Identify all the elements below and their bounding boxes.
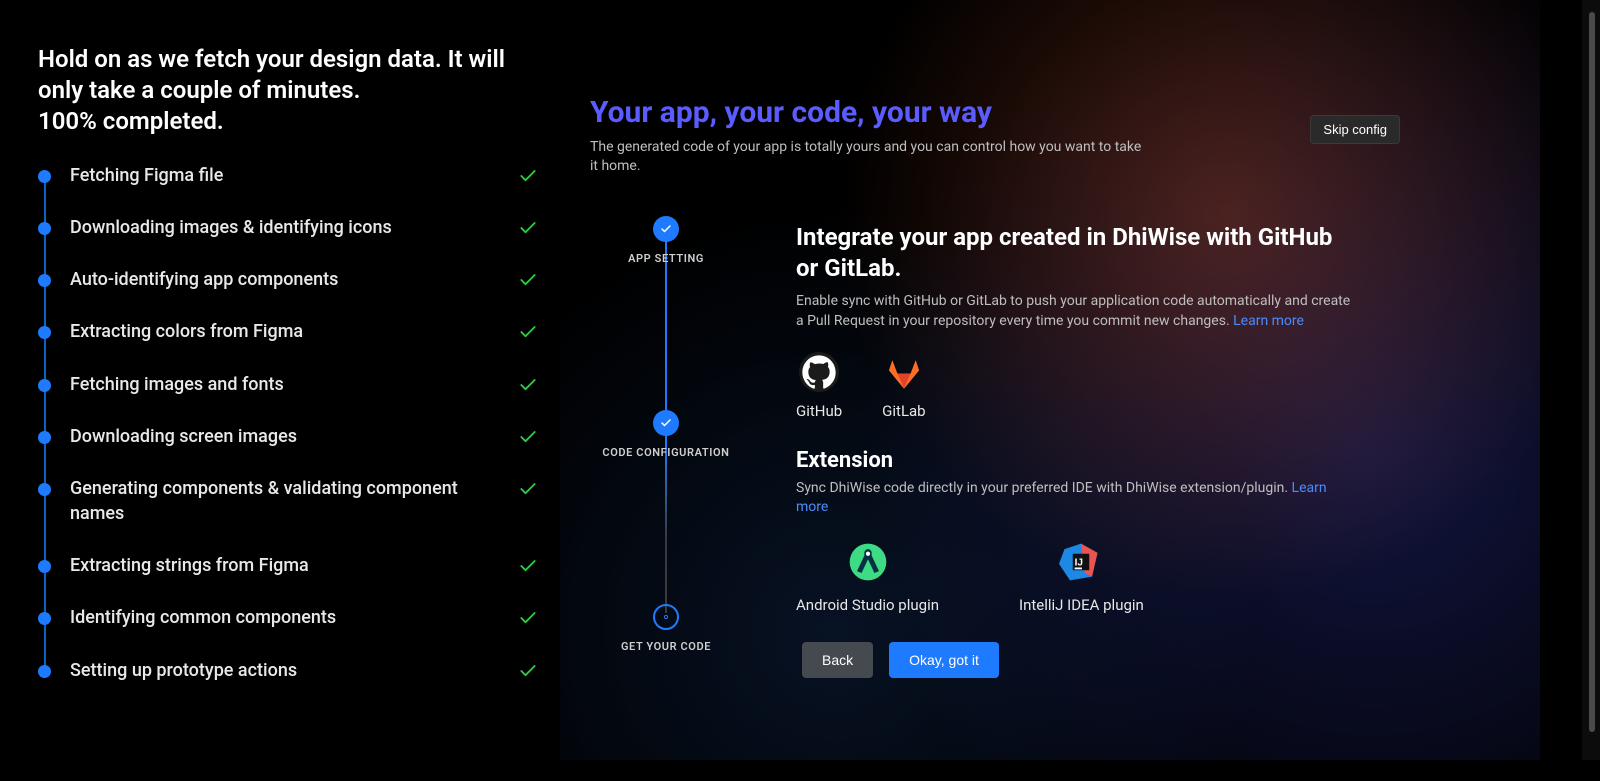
progress-step-label: Downloading images & identifying icons [70,216,506,240]
extension-intellij[interactable]: IJ IntelliJ IDEA plugin [1019,540,1144,614]
wizard-panel: Your app, your code, your way The genera… [560,0,1540,760]
check-icon [518,166,538,186]
scrollbar-thumb[interactable] [1589,12,1595,732]
progress-panel: Hold on as we fetch your design data. It… [38,44,538,683]
svg-text:IJ: IJ [1075,557,1083,568]
integration-gitlab[interactable]: GitLab [882,352,925,420]
integration-options: GitHub GitLab [796,352,1356,420]
extension-label: Android Studio plugin [796,596,939,614]
check-icon [518,375,538,395]
back-button[interactable]: Back [802,642,873,678]
integration-label: GitHub [796,402,842,420]
progress-step-label: Downloading screen images [70,425,506,449]
check-icon [518,218,538,238]
progress-step-label: Auto-identifying app components [70,268,506,292]
wizard-actions: Back Okay, got it [802,642,1356,678]
stepper-label: APP SETTING [586,252,746,265]
stepper-dot-done-icon [653,410,679,436]
integrate-desc: Enable sync with GitHub or GitLab to pus… [796,292,1356,331]
progress-step: Fetching images and fonts [70,373,538,397]
wizard-stepper: APP SETTING CODE CONFIGURATION GET YOUR … [586,216,746,653]
progress-step: Downloading images & identifying icons [70,216,538,240]
check-icon [518,556,538,576]
intellij-icon: IJ [1059,540,1103,584]
stepper-item-get-code: GET YOUR CODE [586,604,746,653]
progress-headline: Hold on as we fetch your design data. It… [38,44,538,138]
progress-step: Extracting colors from Figma [70,320,538,344]
extension-label: IntelliJ IDEA plugin [1019,596,1144,614]
headline-text-2: 100% completed. [38,107,224,135]
headline-text-1: Hold on as we fetch your design data. It… [38,45,505,104]
stepper-label: CODE CONFIGURATION [586,446,746,459]
integration-github[interactable]: GitHub [796,352,842,420]
check-icon [518,479,538,499]
check-icon [518,427,538,447]
skip-config-button[interactable]: Skip config [1310,115,1400,144]
extension-options: Android Studio plugin IJ IntelliJ IDEA p… [796,540,1356,614]
stepper-label: GET YOUR CODE [586,640,746,653]
progress-step-label: Identifying common components [70,606,506,630]
progress-step-label: Fetching images and fonts [70,373,506,397]
extension-desc: Sync DhiWise code directly in your prefe… [796,479,1356,518]
gitlab-icon [884,352,924,392]
android-studio-icon [846,540,890,584]
integration-label: GitLab [882,402,925,420]
extension-heading: Extension [796,448,1356,473]
progress-step-label: Fetching Figma file [70,164,506,188]
okay-got-it-button[interactable]: Okay, got it [889,642,999,678]
progress-step: Identifying common components [70,606,538,630]
check-icon [518,322,538,342]
progress-step: Extracting strings from Figma [70,554,538,578]
stepper-dot-done-icon [653,216,679,242]
progress-step: Fetching Figma file [70,164,538,188]
progress-step: Setting up prototype actions [70,659,538,683]
github-icon [799,352,839,392]
progress-step-list: Fetching Figma file Downloading images & … [38,164,538,683]
check-icon [518,661,538,681]
extension-desc-text: Sync DhiWise code directly in your prefe… [796,480,1288,496]
extension-android-studio[interactable]: Android Studio plugin [796,540,939,614]
check-icon [518,270,538,290]
stepper-dot-pending-icon [653,604,679,630]
progress-step-label: Generating components & validating compo… [70,477,506,526]
stepper-item-app-setting: APP SETTING [586,216,746,265]
progress-step: Generating components & validating compo… [70,477,538,526]
wizard-subtitle: The generated code of your app is totall… [590,138,1150,176]
scrollbar[interactable] [1582,0,1600,760]
stepper-item-code-config: CODE CONFIGURATION [586,410,746,459]
wizard-inner: Your app, your code, your way The genera… [560,0,1540,760]
integrate-heading: Integrate your app created in DhiWise wi… [796,222,1356,284]
progress-step-label: Setting up prototype actions [70,659,506,683]
integrate-learn-more-link[interactable]: Learn more [1233,313,1304,329]
check-icon [518,608,538,628]
progress-step-label: Extracting colors from Figma [70,320,506,344]
progress-step-label: Extracting strings from Figma [70,554,506,578]
progress-step: Auto-identifying app components [70,268,538,292]
progress-step: Downloading screen images [70,425,538,449]
wizard-content: Integrate your app created in DhiWise wi… [796,222,1356,678]
